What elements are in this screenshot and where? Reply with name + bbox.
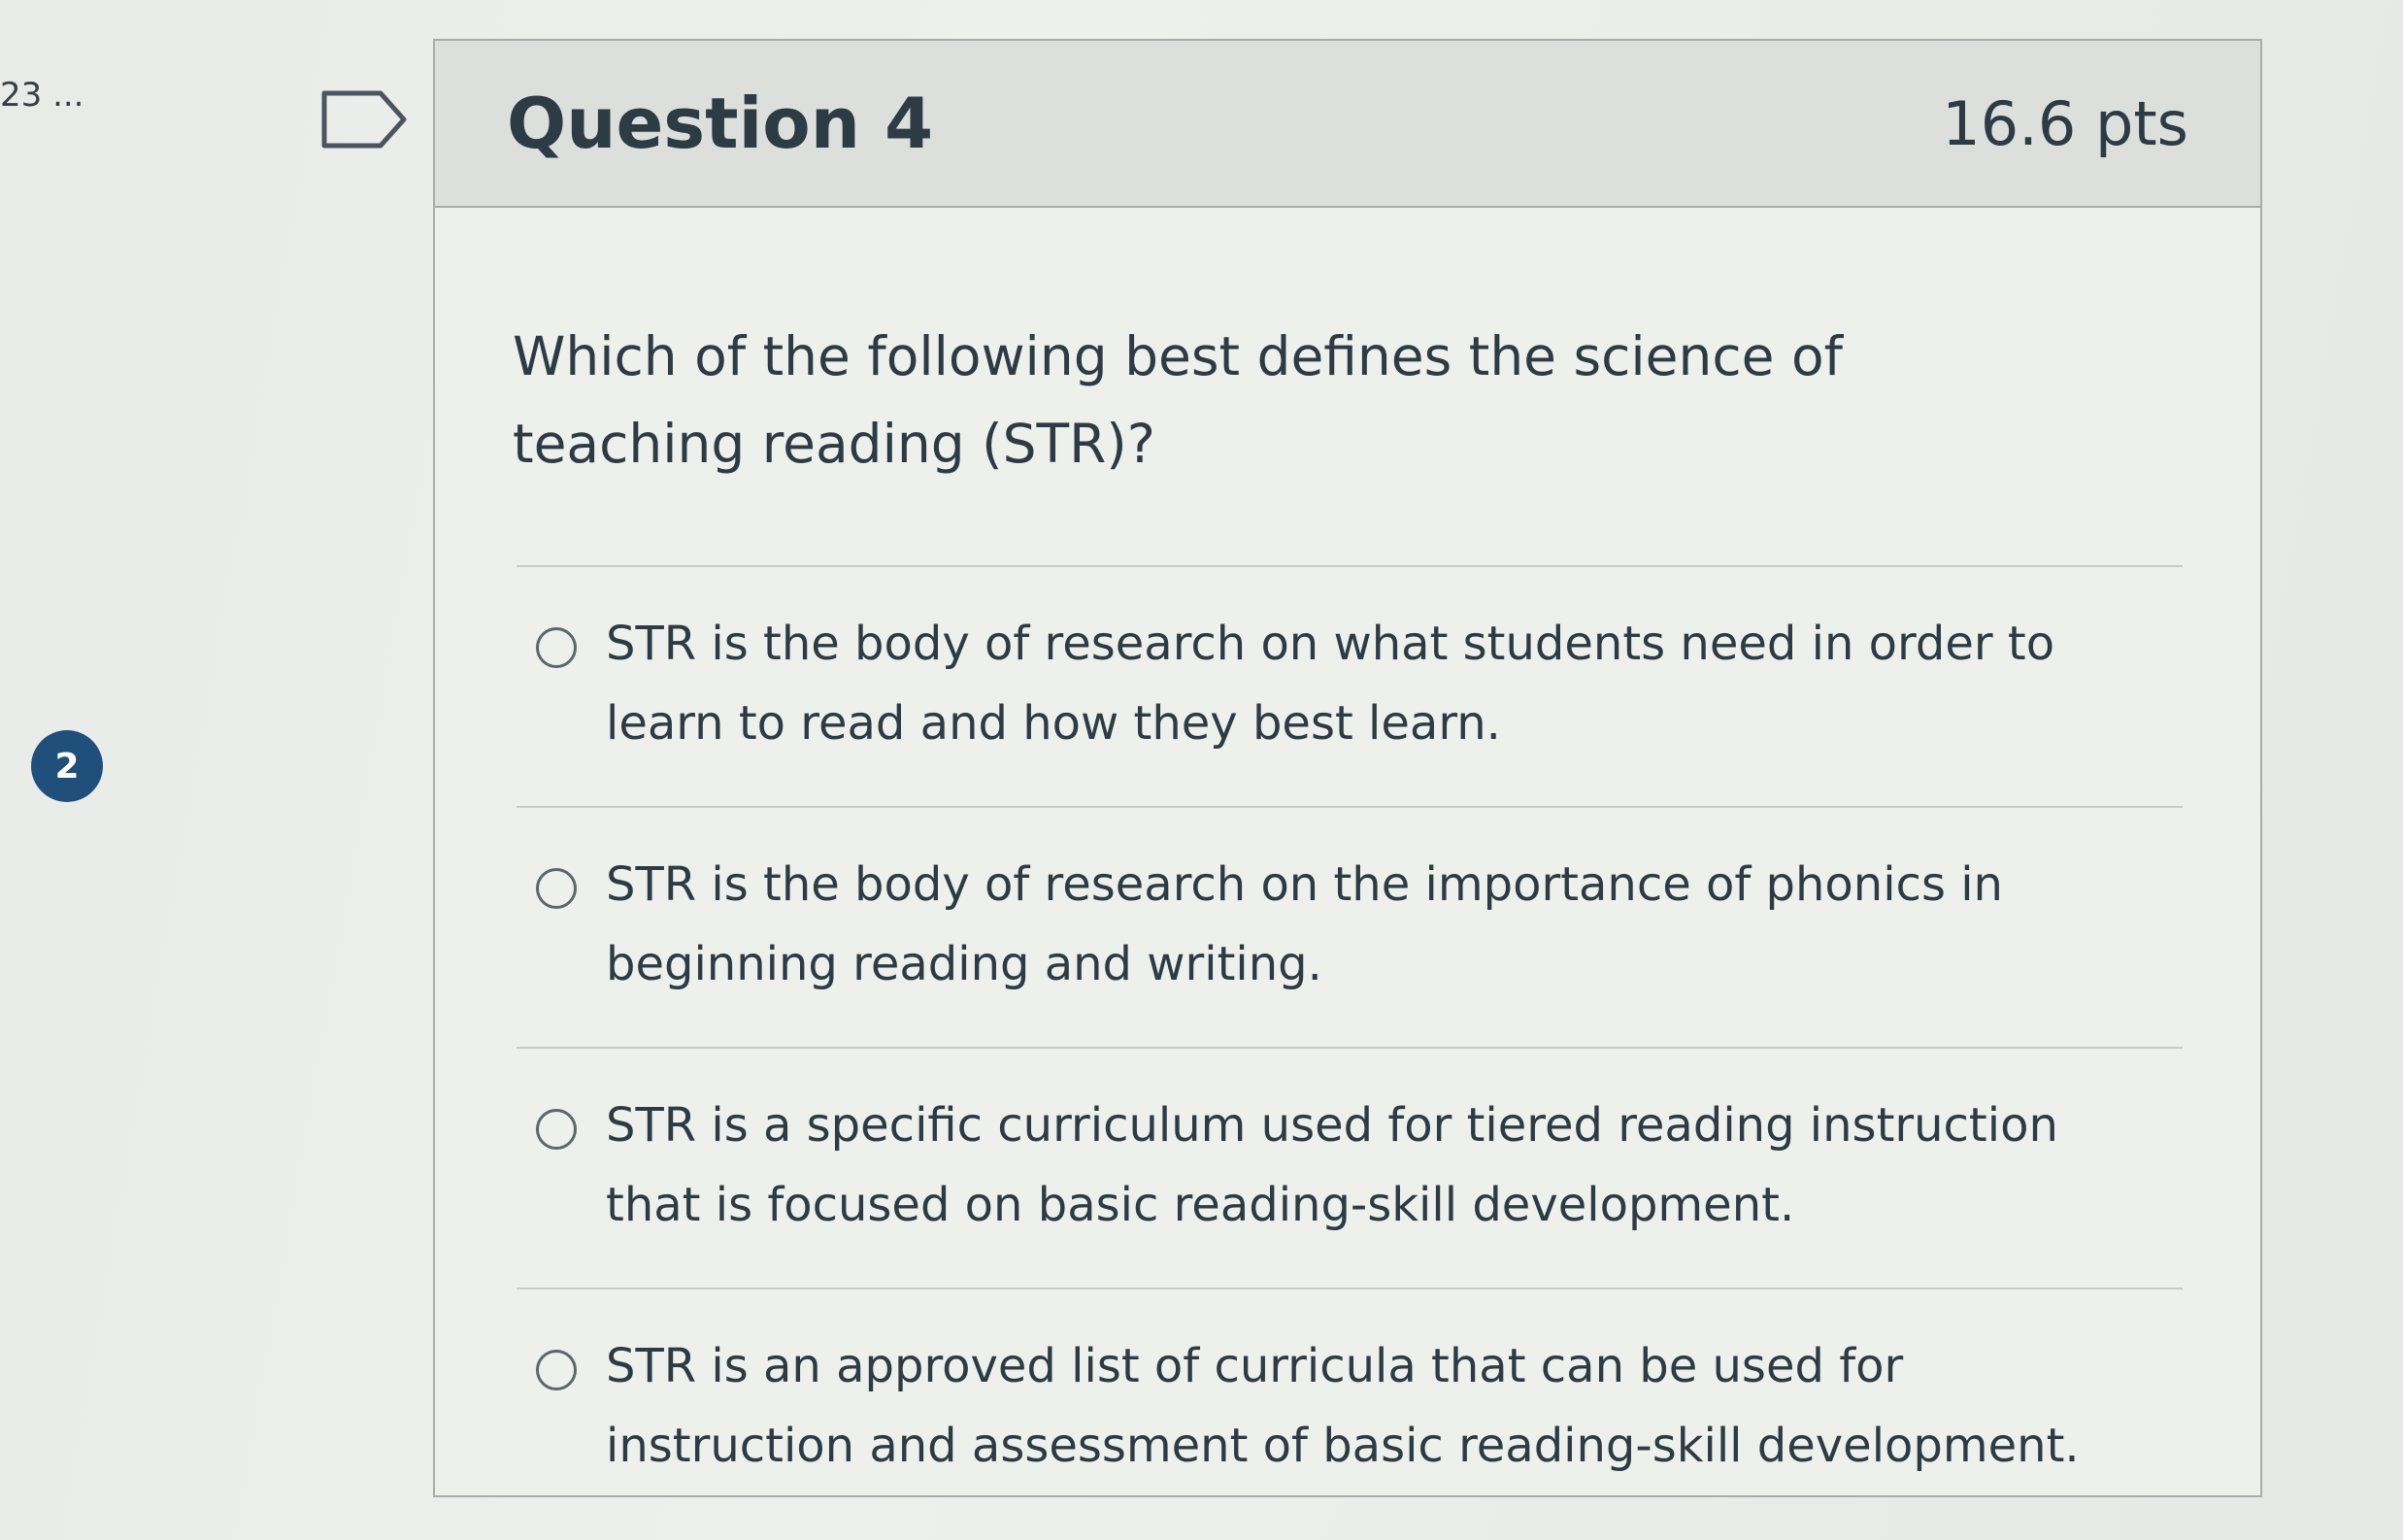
answer-label[interactable]: STR is an approved list of curricula tha… — [606, 1326, 2144, 1486]
question-number-badge: 2 — [31, 730, 103, 802]
question-list-label[interactable]: 23 ... — [0, 76, 84, 115]
answer-option[interactable]: STR is the body of research on what stud… — [517, 565, 2183, 806]
radio-button-icon[interactable] — [536, 1350, 577, 1390]
question-text: Which of the following best defines the … — [513, 325, 1843, 475]
question-points: 16.6 pts — [1942, 87, 2188, 159]
answer-label[interactable]: STR is the body of research on the impor… — [606, 845, 2144, 1004]
flag-question-icon[interactable] — [320, 89, 408, 150]
radio-button-icon[interactable] — [536, 1109, 577, 1150]
answer-option[interactable]: STR is an approved list of curricula tha… — [517, 1288, 2183, 1528]
answer-option[interactable]: STR is a specific curriculum used for ti… — [517, 1047, 2183, 1288]
question-header: Question 4 16.6 pts — [435, 41, 2260, 208]
answer-label[interactable]: STR is a specific curriculum used for ti… — [606, 1086, 2144, 1245]
radio-button-icon[interactable] — [536, 627, 577, 668]
answer-label[interactable]: STR is the body of research on what stud… — [606, 604, 2144, 763]
radio-button-icon[interactable] — [536, 868, 577, 909]
answer-option[interactable]: STR is the body of research on the impor… — [517, 806, 2183, 1047]
answer-list: STR is the body of research on what stud… — [517, 565, 2183, 1528]
question-card: Question 4 16.6 pts Which of the followi… — [433, 39, 2262, 1497]
question-title: Question 4 — [507, 83, 934, 164]
